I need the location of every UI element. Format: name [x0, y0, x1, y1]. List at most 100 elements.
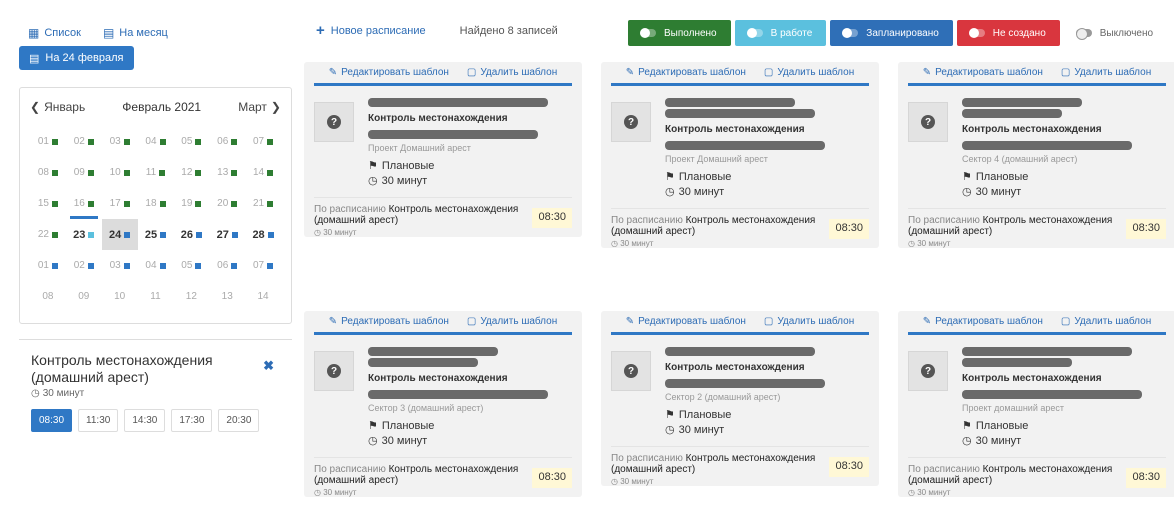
calendar-day[interactable]: 03	[102, 250, 138, 281]
calendar-day[interactable]: 05	[173, 250, 209, 281]
calendar-day[interactable]: 07	[245, 126, 281, 157]
new-schedule-button[interactable]: + Новое расписание	[316, 22, 426, 39]
calendar-day[interactable]: 02	[66, 126, 102, 157]
delete-template-label: Удалить шаблон	[480, 316, 558, 327]
edit-template-link[interactable]: ✎ Редактировать шаблон	[626, 316, 746, 327]
schedule-text: По расписанию Контроль местонахождения (…	[314, 204, 524, 226]
calendar-day[interactable]: 09	[66, 157, 102, 188]
prev-month-button[interactable]: ❮ Январь	[30, 100, 85, 114]
calendar-day[interactable]: 12	[173, 157, 209, 188]
redacted-person	[368, 390, 548, 399]
status-filter-toggle[interactable]: Выключено	[1064, 20, 1167, 46]
calendar-day[interactable]: 24	[101, 219, 138, 250]
card-info: Контроль местонахождения Проект домашний …	[962, 345, 1166, 447]
day-number: 13	[217, 167, 229, 178]
calendar-day[interactable]: 04	[138, 126, 174, 157]
day-view-button[interactable]: ▤ На 24 февраля	[19, 46, 134, 70]
calendar-day[interactable]: 04	[138, 250, 174, 281]
calendar-day[interactable]: 01	[30, 250, 66, 281]
detail-title: Контроль местонахождения (домашний арест…	[31, 352, 213, 385]
calendar-day[interactable]: 06	[209, 250, 245, 281]
calendar-day[interactable]: 03	[102, 126, 138, 157]
calendar-day[interactable]: 06	[209, 126, 245, 157]
calendar-day[interactable]: 02	[66, 250, 102, 281]
avatar: ?	[908, 102, 948, 142]
delete-template-link[interactable]: ▢ Удалить шаблон	[764, 316, 854, 327]
time-slot-button[interactable]: 20:30	[218, 409, 260, 432]
card-footer: По расписанию Контроль местонахождения (…	[908, 457, 1166, 497]
status-filter-toggle[interactable]: В работе	[734, 20, 827, 46]
calendar-day[interactable]: 10	[102, 281, 138, 312]
calendar-day[interactable]: 09	[66, 281, 102, 312]
new-schedule-label: Новое расписание	[330, 24, 426, 37]
schedule-prefix: По расписанию	[908, 464, 980, 475]
edit-template-link[interactable]: ✎ Редактировать шаблон	[923, 67, 1043, 78]
calendar-day[interactable]: 08	[30, 281, 66, 312]
clock-icon: ◷	[368, 435, 378, 447]
calendar-day[interactable]: 20	[209, 188, 245, 219]
calendar-day[interactable]: 11	[138, 281, 174, 312]
calendar-day[interactable]: 17	[102, 188, 138, 219]
day-view-label: На 24 февраля	[45, 52, 124, 64]
calendar-day[interactable]: 05	[173, 126, 209, 157]
calendar-day[interactable]: 10	[102, 157, 138, 188]
edit-template-link[interactable]: ✎ Редактировать шаблон	[329, 67, 449, 78]
calendar-day[interactable]: 08	[30, 157, 66, 188]
avatar: ?	[611, 102, 651, 142]
calendar-day[interactable]: 26	[173, 219, 209, 250]
day-number: 02	[73, 136, 85, 147]
delete-template-link[interactable]: ▢ Удалить шаблон	[764, 67, 854, 78]
day-number: 07	[253, 260, 265, 271]
list-view-link[interactable]: ▦ Список	[28, 26, 81, 40]
calendar-day[interactable]: 11	[138, 157, 174, 188]
calendar-day[interactable]: 13	[209, 157, 245, 188]
status-marker	[195, 231, 202, 238]
calendar-day[interactable]: 14	[245, 281, 281, 312]
time-slot-button[interactable]: 08:30	[31, 409, 73, 432]
calendar-day[interactable]: 01	[30, 126, 66, 157]
calendar-day[interactable]: 19	[173, 188, 209, 219]
status-filter-toggle[interactable]: Не создано	[956, 20, 1060, 46]
avatar: ?	[611, 351, 651, 391]
status-filter-toggle[interactable]: Выполнено	[628, 20, 731, 46]
status-filter-toggle[interactable]: Запланировано	[830, 20, 953, 46]
delete-template-link[interactable]: ▢ Удалить шаблон	[467, 67, 557, 78]
calendar-day[interactable]: 22	[30, 219, 66, 250]
calendar-day[interactable]: 15	[30, 188, 66, 219]
calendar-day[interactable]: 07	[245, 250, 281, 281]
time-slot-button[interactable]: 11:30	[78, 409, 119, 432]
calendar-day[interactable]: 14	[245, 157, 281, 188]
calendar-day[interactable]: 16	[66, 188, 102, 219]
card-info: Контроль местонахождения Сектор 2 (домашн…	[665, 345, 869, 436]
month-view-link[interactable]: ▤ На месяц	[103, 26, 168, 40]
day-number: 22	[37, 229, 49, 240]
card-duration: ◷ 30 минут	[962, 185, 1166, 199]
calendar-day[interactable]: 12	[173, 281, 209, 312]
delete-template-link[interactable]: ▢ Удалить шаблон	[1061, 316, 1151, 327]
edit-template-link[interactable]: ✎ Редактировать шаблон	[329, 316, 449, 327]
status-marker	[195, 169, 202, 176]
calendar-day[interactable]: 18	[138, 188, 174, 219]
status-marker	[87, 200, 94, 207]
day-number: 14	[257, 291, 269, 302]
close-icon[interactable]: ✖	[263, 358, 274, 374]
next-month-button[interactable]: Март ❯	[238, 100, 281, 114]
time-slot-button[interactable]: 14:30	[124, 409, 166, 432]
redacted-person	[665, 141, 825, 150]
calendar-day[interactable]: 23	[66, 216, 102, 250]
calendar-day[interactable]: 13	[209, 281, 245, 312]
edit-template-link[interactable]: ✎ Редактировать шаблон	[923, 316, 1043, 327]
delete-template-link[interactable]: ▢ Удалить шаблон	[1061, 67, 1151, 78]
calendar-day[interactable]: 21	[245, 188, 281, 219]
trash-icon: ▢	[763, 316, 774, 327]
question-icon: ?	[624, 364, 638, 378]
calendar-day[interactable]: 27	[209, 219, 245, 250]
calendar-day[interactable]: 28	[245, 219, 281, 250]
calendar-day[interactable]: 25	[138, 219, 174, 250]
edit-template-link[interactable]: ✎ Редактировать шаблон	[626, 67, 746, 78]
schedule-prefix: По расписанию	[314, 464, 386, 475]
plan-type-label: Плановые	[381, 159, 435, 172]
pencil-icon: ✎	[922, 67, 932, 78]
time-slot-button[interactable]: 17:30	[171, 409, 213, 432]
delete-template-link[interactable]: ▢ Удалить шаблон	[467, 316, 557, 327]
